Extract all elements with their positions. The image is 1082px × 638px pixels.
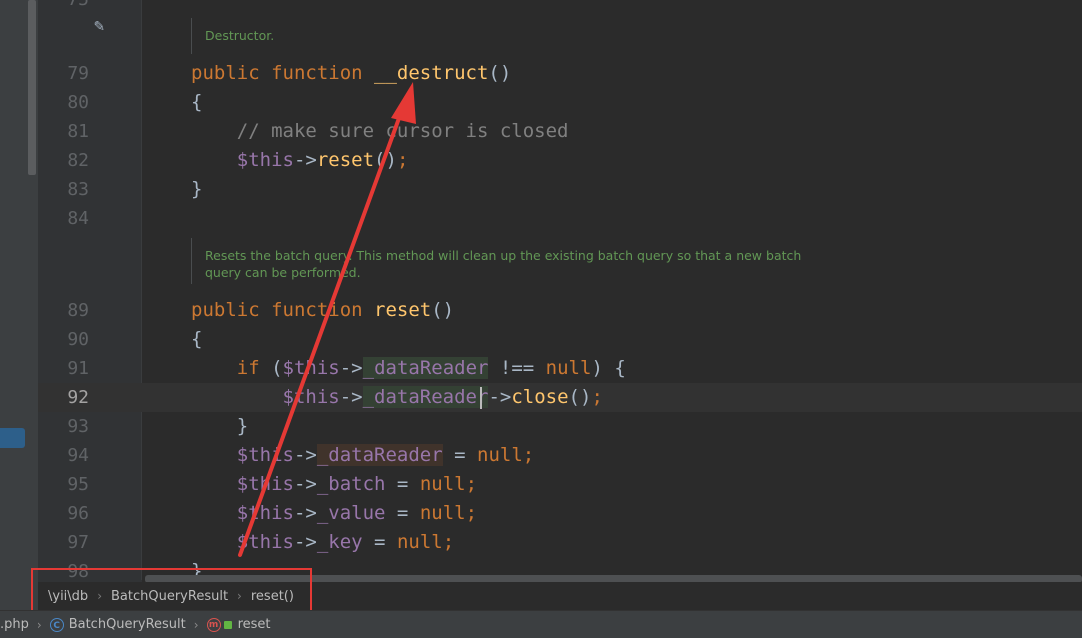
annotation-arrow [238,82,416,557]
property: _batch [316,473,386,495]
property: _value [316,502,386,524]
code-token: -> [293,473,317,495]
code-line[interactable]: { [191,325,202,354]
line-number: 89 [67,300,89,321]
sidebar-scroll-thumb[interactable] [28,0,36,175]
code-token: ; [396,149,409,171]
line-number: 94 [67,445,89,466]
code-token: () [431,299,455,321]
code-line[interactable]: { [191,88,202,117]
code-token: = [385,502,420,524]
line-number: 90 [67,329,89,350]
variable: $this [191,444,294,466]
code-token: = [385,473,420,495]
property: _dataReader [362,386,489,408]
class-icon: C [49,617,64,632]
code-token: = [362,531,397,553]
line-number: 97 [67,532,89,553]
code-token: -> [339,357,363,379]
line-number: 83 [67,179,89,200]
status-method[interactable]: reset [238,617,271,632]
code-token: () [568,386,592,408]
code-token: -> [293,502,317,524]
keyword: public function [191,62,375,84]
keyword: null; [419,502,478,524]
method-icon: m [206,617,221,632]
variable: $this [191,531,294,553]
code-line[interactable]: if ($this->_dataReader !== null) { [191,354,626,383]
code-line-current[interactable]: $this->_dataReader->close(); [191,383,603,412]
code-token: () [488,62,512,84]
line-number: 84 [67,208,89,229]
code-comment[interactable]: // make sure cursor is closed [191,117,569,146]
code-line[interactable]: } [191,412,248,441]
keyword: null; [477,444,535,466]
variable: $this [282,357,340,379]
keyword: null; [396,531,455,553]
doc-comment-text: Resets the batch query. This method will… [205,248,802,263]
project-sidebar-strip [0,0,38,610]
keyword: if [191,357,272,379]
property: _dataReader [362,357,489,379]
code-token: = [442,444,478,466]
code-token: -> [339,386,363,408]
code-line[interactable]: $this->_batch = null; [191,470,477,499]
variable: $this [191,149,294,171]
code-token: ; [591,386,603,408]
line-number: 82 [67,150,89,171]
status-file[interactable]: .php [0,617,29,632]
code-token: -> [488,386,512,408]
function-name: close [511,386,569,408]
doc-comment-text: query can be performed. [205,265,361,280]
line-number: 80 [67,92,89,113]
doc-comment-reset: Resets the batch query. This method will… [191,238,801,284]
property: _key [316,531,363,553]
doc-comment-text: Destructor. [205,28,275,43]
function-name: reset [374,299,432,321]
function-name: reset [316,149,375,171]
line-number: 93 [67,416,89,437]
chevron-right-icon: › [193,617,199,632]
property: _dataReader [316,444,443,466]
gutter-divider [141,0,142,580]
variable: $this [191,386,340,408]
code-line[interactable]: public function __destruct() [191,59,511,88]
line-number: 91 [67,358,89,379]
code-line[interactable]: $this->_key = null; [191,528,454,557]
line-number: 75 [38,0,89,14]
variable: $this [191,473,294,495]
code-line[interactable]: $this->reset(); [191,146,409,175]
code-token: () [374,149,397,171]
text-caret [480,387,482,409]
line-number: 96 [67,503,89,524]
keyword: null; [419,473,478,495]
doc-comment-destructor: Destructor. [191,18,274,54]
function-name: __destruct [374,62,489,84]
variable: $this [191,502,294,524]
code-token: !== [488,357,546,379]
chevron-right-icon: › [36,617,42,632]
code-token: ( [271,357,283,379]
sidebar-selection-marker [0,428,25,448]
code-token: -> [293,149,317,171]
lock-icon [223,620,232,629]
line-number: 79 [67,63,89,84]
code-token: ) { [591,357,626,379]
line-number-current: 92 [67,387,89,408]
status-class[interactable]: BatchQueryResult [69,617,186,632]
pencil-icon[interactable]: ✎ [94,16,114,36]
navigation-statusbar: .php › C BatchQueryResult › m reset [0,610,1082,638]
line-number: 95 [67,474,89,495]
code-line[interactable]: $this->_dataReader = null; [191,441,534,470]
code-line[interactable]: } [191,175,202,204]
code-token: -> [293,444,317,466]
code-line[interactable]: $this->_value = null; [191,499,477,528]
code-line[interactable]: public function reset() [191,296,454,325]
code-token: -> [293,531,317,553]
keyword: null [545,357,592,379]
keyword: public function [191,299,375,321]
line-number: 81 [67,121,89,142]
